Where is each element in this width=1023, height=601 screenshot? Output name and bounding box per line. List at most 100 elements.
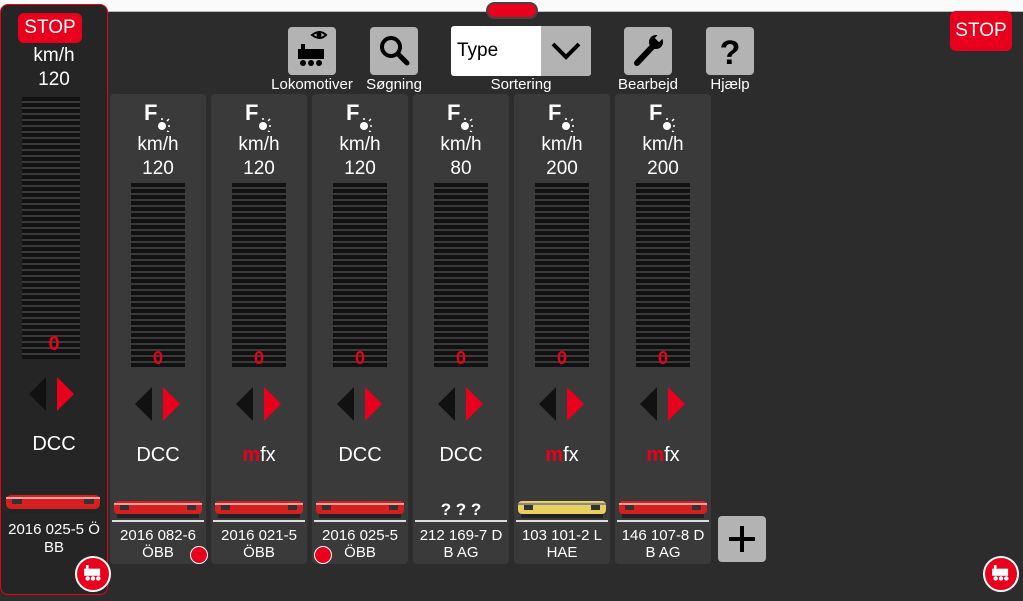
speed-unit: km/h [238, 134, 280, 155]
speed-slider[interactable] [535, 183, 589, 369]
current-speed: 0 [455, 348, 466, 368]
search-label: Søgning [366, 76, 422, 93]
speed-slider[interactable] [131, 183, 185, 369]
plus-icon [729, 526, 755, 552]
loco-image [114, 501, 202, 518]
edit-button[interactable] [624, 27, 672, 75]
direction-toggle[interactable] [537, 385, 587, 423]
loco-image [619, 501, 707, 518]
speed-slider[interactable] [434, 183, 488, 369]
loco-image [215, 501, 303, 518]
max-speed: 200 [647, 158, 679, 179]
speed-unit: km/h [137, 134, 179, 155]
direction-toggle[interactable] [133, 385, 183, 423]
track-line [516, 520, 608, 522]
max-speed: 120 [38, 69, 70, 90]
loco-name-line2: ÖBB [243, 544, 275, 561]
speed-unit: km/h [339, 134, 381, 155]
track-line [213, 520, 305, 522]
global-stop-button[interactable]: STOP [950, 11, 1012, 51]
loco-column[interactable]: Fkm/h 120 0 DCC 2016 025-5 ÖBB [312, 94, 408, 564]
loco-column[interactable]: Fkm/h 120 0 mfx 2016 021-5 ÖBB [211, 94, 307, 564]
loco-column[interactable]: Fkm/h 200 0 mfx 146 107-8 DB AG [615, 94, 711, 564]
wrench-icon [634, 33, 664, 66]
active-loco-panel: STOP km/h 120 0 DCC 2016 025-5 Ö BB [0, 4, 111, 595]
loco-image [316, 501, 404, 518]
locomotive-icon [84, 565, 101, 581]
loco-column[interactable]: Fkm/h 120 0 DCC 2016 082-6 ÖBB [110, 94, 208, 564]
function-light-icon[interactable]: F [245, 100, 273, 132]
protocol-label: mfx [646, 444, 680, 466]
current-speed: 0 [657, 348, 668, 368]
function-light-icon[interactable]: F [649, 100, 677, 132]
track-line [415, 520, 507, 522]
loco-column[interactable]: Fkm/h 200 0 mfx 103 101-2 L HAE [514, 94, 610, 564]
direction-toggle[interactable] [436, 385, 486, 423]
function-light-icon[interactable]: F [548, 100, 576, 132]
speed-unit: km/h [440, 134, 482, 155]
protocol-label: DCC [32, 433, 76, 455]
protocol-label: mfx [242, 444, 276, 466]
sort-dropdown-button[interactable] [541, 26, 591, 76]
loco-stop-button[interactable]: STOP [18, 13, 82, 43]
max-speed: 120 [142, 158, 174, 179]
function-light-icon[interactable]: F [447, 100, 475, 132]
speed-unit: km/h [642, 134, 684, 155]
protocol-label: DCC [439, 444, 483, 466]
current-speed: 0 [152, 348, 163, 368]
loco-name-line1: 2016 021-5 [221, 527, 297, 544]
loco-list-button[interactable] [75, 556, 111, 592]
search-button[interactable] [370, 27, 418, 75]
current-speed: 0 [48, 333, 60, 355]
sort-value: Type [457, 40, 499, 61]
current-speed: 0 [556, 348, 567, 368]
loco-name: 2016 025-5 Ö BB [8, 521, 100, 556]
loco-name-line1: 2016 082-6 [120, 527, 196, 544]
protocol-label: mfx [545, 444, 579, 466]
direction-toggle[interactable] [335, 385, 385, 423]
active-indicator-dot [314, 546, 332, 564]
svg-text:F: F [649, 100, 662, 125]
add-loco-button[interactable] [718, 516, 766, 562]
current-speed: 0 [354, 348, 365, 368]
speed-unit: km/h [33, 45, 75, 66]
svg-text:?: ? [720, 34, 741, 72]
track-line [314, 520, 406, 522]
speed-slider[interactable] [22, 97, 80, 359]
locomotive-eye-icon [298, 31, 328, 66]
help-button[interactable]: ? [706, 27, 754, 75]
loco-name-line1: 212 169-7 D [419, 527, 503, 544]
loco-image [6, 495, 100, 513]
direction-toggle[interactable] [638, 385, 688, 423]
track-line [617, 520, 709, 522]
sort-select[interactable]: Type [451, 26, 591, 76]
function-light-icon[interactable]: F [346, 100, 374, 132]
active-indicator-dot [190, 546, 208, 564]
protocol-label: DCC [338, 444, 382, 466]
speed-slider[interactable] [636, 183, 690, 369]
locomotives-label: Lokomotiver [271, 76, 353, 93]
chevron-down-icon [551, 42, 581, 60]
loco-name-line1: 146 107-8 D [621, 527, 705, 544]
speed-slider[interactable] [333, 183, 387, 369]
loco-name-line1: 103 101-2 L [521, 527, 603, 544]
loco-image-unknown: ? ? ? [440, 500, 482, 519]
loco-list-button-right[interactable] [983, 556, 1019, 592]
loco-name-line2: HAE [546, 544, 578, 561]
direction-toggle[interactable] [27, 375, 77, 413]
direction-toggle[interactable] [234, 385, 284, 423]
loco-column[interactable]: Fkm/h 80 0 DCC ? ? ? 212 169-7 DB AG [413, 94, 509, 564]
max-speed: 120 [243, 158, 275, 179]
current-speed: 0 [253, 348, 264, 368]
top-pull-tab[interactable] [486, 2, 538, 19]
svg-text:F: F [548, 100, 561, 125]
speed-slider[interactable] [232, 183, 286, 369]
function-light-icon[interactable]: F [144, 100, 172, 132]
loco-name-line2: B AG [443, 544, 479, 561]
locomotives-button[interactable] [288, 27, 336, 75]
speed-unit: km/h [541, 134, 583, 155]
protocol-label: DCC [136, 444, 180, 466]
svg-text:F: F [245, 100, 258, 125]
edit-label: Bearbejd [617, 76, 679, 93]
locomotive-icon [992, 565, 1009, 581]
